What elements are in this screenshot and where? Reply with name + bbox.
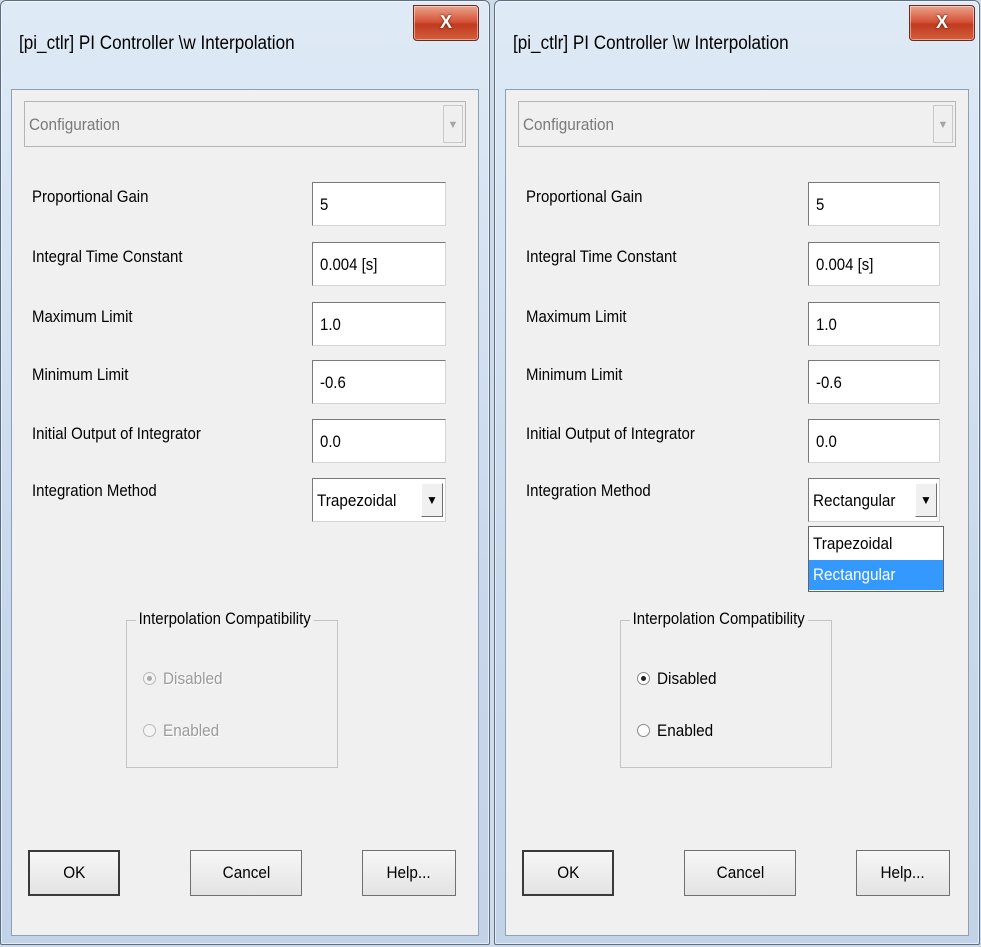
window-title: [pi_ctlr] PI Controller \w Interpolation [19, 33, 295, 54]
dropdown-option-trapezoidal[interactable]: Trapezoidal [809, 529, 943, 559]
selected-value: Trapezoidal [317, 491, 397, 510]
cancel-label: Cancel [716, 863, 764, 882]
radio-button[interactable] [637, 672, 650, 685]
field-value: 0.0 [320, 432, 341, 451]
window-title: [pi_ctlr] PI Controller \w Interpolation [513, 33, 789, 54]
help-label: Help... [880, 863, 926, 882]
group-title: Interpolation Compatibility [136, 609, 314, 629]
ok-button[interactable]: OK [522, 850, 614, 896]
configuration-combo: Configuration ▼ [518, 101, 956, 147]
integral-time-constant-input[interactable]: 0.004 [s] [808, 242, 940, 286]
chevron-down-icon: ▼ [443, 105, 463, 143]
chevron-down-icon: ▼ [933, 105, 953, 143]
radio-label: Enabled [163, 721, 220, 740]
close-button[interactable]: X [909, 5, 975, 41]
ok-label: OK [62, 863, 86, 882]
integral-time-constant-input[interactable]: 0.004 [s] [312, 242, 446, 286]
configuration-label: Configuration [523, 115, 615, 134]
proportional-gain-input[interactable]: 5 [808, 182, 940, 226]
title-bar[interactable]: [pi_ctlr] PI Controller \w Interpolation… [1, 1, 489, 91]
integral-time-constant-label: Integral Time Constant [526, 247, 677, 266]
chevron-down-icon[interactable]: ▼ [421, 483, 443, 517]
help-button[interactable]: Help... [362, 850, 456, 896]
configuration-label: Configuration [29, 115, 121, 134]
ok-button[interactable]: OK [28, 850, 120, 896]
interpolation-compatibility-group: Interpolation Compatibility Disabled Ena… [620, 609, 832, 768]
proportional-gain-label: Proportional Gain [526, 187, 643, 206]
field-value: 0.004 [s] [816, 255, 874, 274]
field-value: 0.004 [s] [320, 255, 378, 274]
selected-value: Rectangular [813, 491, 896, 510]
radio-button[interactable] [637, 724, 650, 737]
title-bar[interactable]: [pi_ctlr] PI Controller \w Interpolation… [495, 1, 979, 91]
radio-label: Disabled [657, 669, 717, 688]
maximum-limit-input[interactable]: 1.0 [808, 302, 940, 346]
radio-button [143, 724, 156, 737]
minimum-limit-label: Minimum Limit [526, 365, 623, 384]
initial-output-input[interactable]: 0.0 [312, 419, 446, 463]
dropdown-option-rectangular[interactable]: Rectangular [809, 560, 943, 590]
configuration-combo: Configuration ▼ [24, 101, 466, 147]
cancel-button[interactable]: Cancel [190, 850, 302, 896]
maximum-limit-input[interactable]: 1.0 [312, 302, 446, 346]
radio-label: Disabled [163, 669, 223, 688]
field-value: -0.6 [816, 373, 842, 392]
maximum-limit-label: Maximum Limit [526, 307, 627, 326]
integration-method-label: Integration Method [526, 481, 651, 500]
minimum-limit-input[interactable]: -0.6 [312, 360, 446, 404]
initial-output-input[interactable]: 0.0 [808, 419, 940, 463]
maximum-limit-label: Maximum Limit [32, 307, 133, 326]
help-label: Help... [386, 863, 432, 882]
integration-method-label: Integration Method [32, 481, 157, 500]
integration-method-select[interactable]: Trapezoidal ▼ [312, 478, 446, 522]
help-button[interactable]: Help... [856, 850, 950, 896]
integral-time-constant-label: Integral Time Constant [32, 247, 183, 266]
integration-method-dropdown-list: Trapezoidal Rectangular [808, 526, 944, 592]
dialog-pi-controller-right: [pi_ctlr] PI Controller \w Interpolation… [494, 0, 980, 945]
proportional-gain-label: Proportional Gain [32, 187, 149, 206]
dialog-body: Configuration ▼ Proportional Gain 5 Inte… [505, 89, 969, 936]
cancel-label: Cancel [222, 863, 270, 882]
chevron-down-icon[interactable]: ▼ [915, 483, 937, 517]
ok-label: OK [556, 863, 580, 882]
field-value: 5 [816, 195, 825, 214]
field-value: 1.0 [816, 315, 837, 334]
interpolation-compatibility-group: Interpolation Compatibility Disabled Ena… [126, 609, 338, 768]
option-label: Rectangular [813, 565, 896, 584]
option-label: Trapezoidal [813, 534, 893, 553]
field-value: 5 [320, 195, 329, 214]
field-value: 1.0 [320, 315, 341, 334]
dialog-body: Configuration ▼ Proportional Gain 5 Inte… [11, 89, 479, 936]
close-button[interactable]: X [413, 5, 479, 41]
radio-button [143, 672, 156, 685]
minimum-limit-label: Minimum Limit [32, 365, 129, 384]
initial-output-label: Initial Output of Integrator [32, 424, 201, 443]
radio-label: Enabled [657, 721, 714, 740]
group-title: Interpolation Compatibility [630, 609, 808, 629]
field-value: -0.6 [320, 373, 346, 392]
proportional-gain-input[interactable]: 5 [312, 182, 446, 226]
dialog-pi-controller-left: [pi_ctlr] PI Controller \w Interpolation… [0, 0, 490, 945]
cancel-button[interactable]: Cancel [684, 850, 796, 896]
initial-output-label: Initial Output of Integrator [526, 424, 695, 443]
integration-method-select[interactable]: Rectangular ▼ [808, 478, 940, 522]
field-value: 0.0 [816, 432, 837, 451]
minimum-limit-input[interactable]: -0.6 [808, 360, 940, 404]
